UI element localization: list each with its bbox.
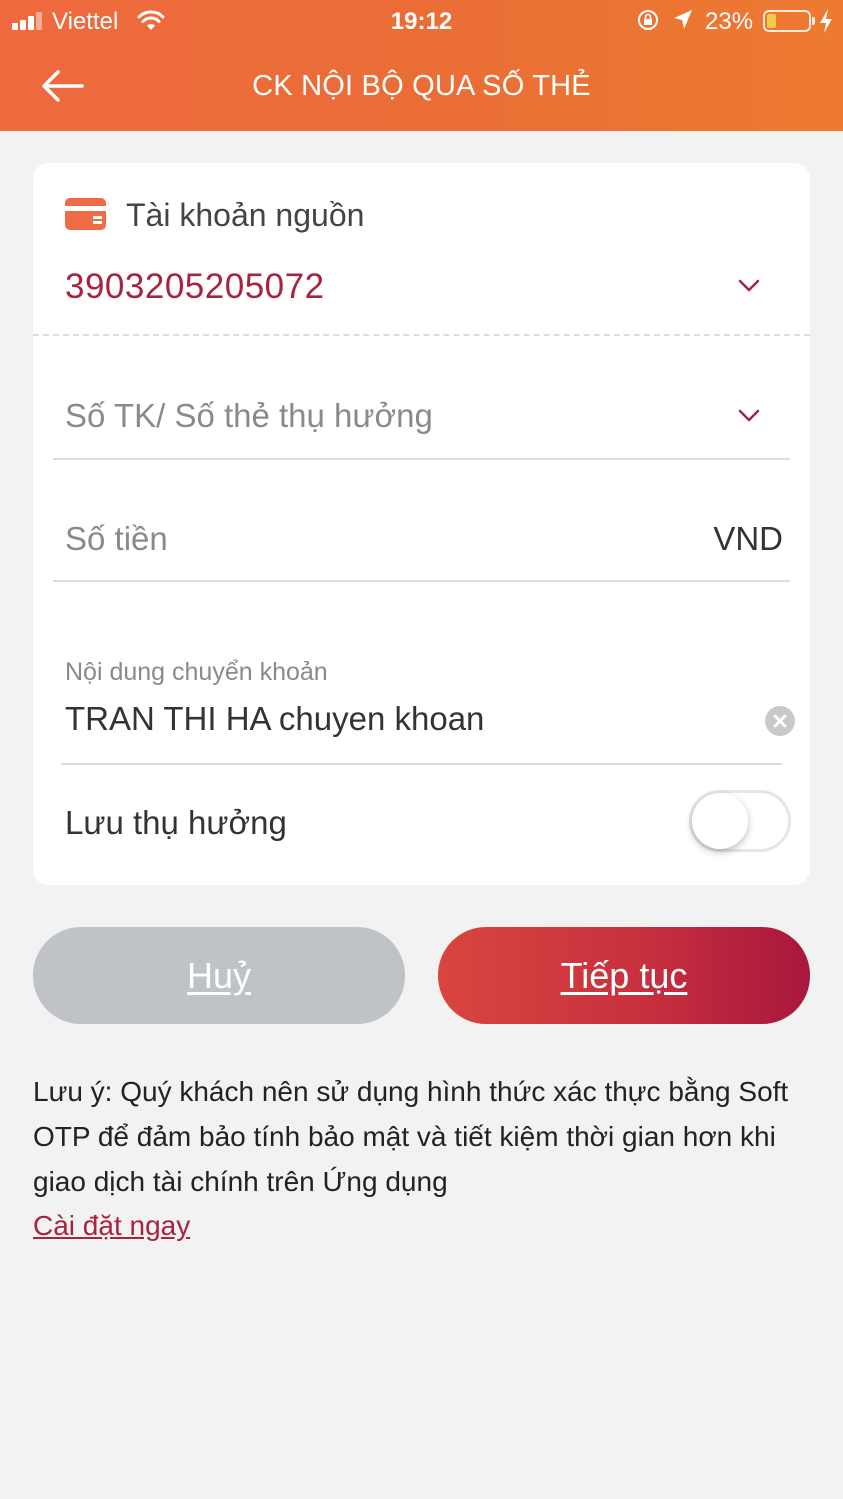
divider [61,763,782,765]
toggle-knob [692,793,748,849]
card-icon [65,198,106,230]
divider [53,580,790,582]
chevron-down-icon[interactable] [738,409,760,423]
beneficiary-account-field[interactable]: Số TK/ Số thẻ thụ hưởng [65,397,433,435]
battery-percent: 23% [705,8,754,35]
location-icon [674,10,692,29]
transfer-content-label: Nội dung chuyển khoản [65,658,328,686]
charging-bolt-icon [820,9,832,33]
soft-otp-note: Lưu ý: Quý khách nên sử dụng hình thức x… [33,1076,789,1197]
divider [53,458,790,460]
battery-icon [763,10,811,32]
source-account-number[interactable]: 3903205205072 [65,267,325,307]
status-bar: Viettel 19:12 23% [0,0,843,42]
divider [33,334,810,336]
currency-label: VND [713,520,783,557]
continue-button[interactable]: Tiếp tục [438,927,810,1024]
transfer-content-input[interactable]: TRAN THI HA chuyen khoan [65,700,755,738]
amount-field[interactable]: Số tiền [65,520,168,558]
page-title: CK NỘI BỘ QUA SỐ THẺ [252,70,591,102]
clear-input-button[interactable] [765,706,795,736]
save-beneficiary-toggle[interactable] [689,790,791,852]
source-account-label: Tài khoản nguồn [126,197,365,233]
cancel-button[interactable]: Huỷ [33,927,405,1024]
save-beneficiary-label: Lưu thụ hưởng [65,804,287,841]
battery-tip [812,17,815,25]
transfer-form-card: Tài khoản nguồn 3903205205072 Số TK/ Số … [33,163,810,885]
rotation-lock-icon [638,10,658,30]
app-header: Viettel 19:12 23% CK NỘI BỘ QUA SỐ THẺ [0,0,843,131]
close-icon [773,714,787,728]
chevron-down-icon[interactable] [738,279,760,293]
install-now-link[interactable]: Cài đặt ngay [33,1210,190,1242]
battery-level [767,14,776,28]
